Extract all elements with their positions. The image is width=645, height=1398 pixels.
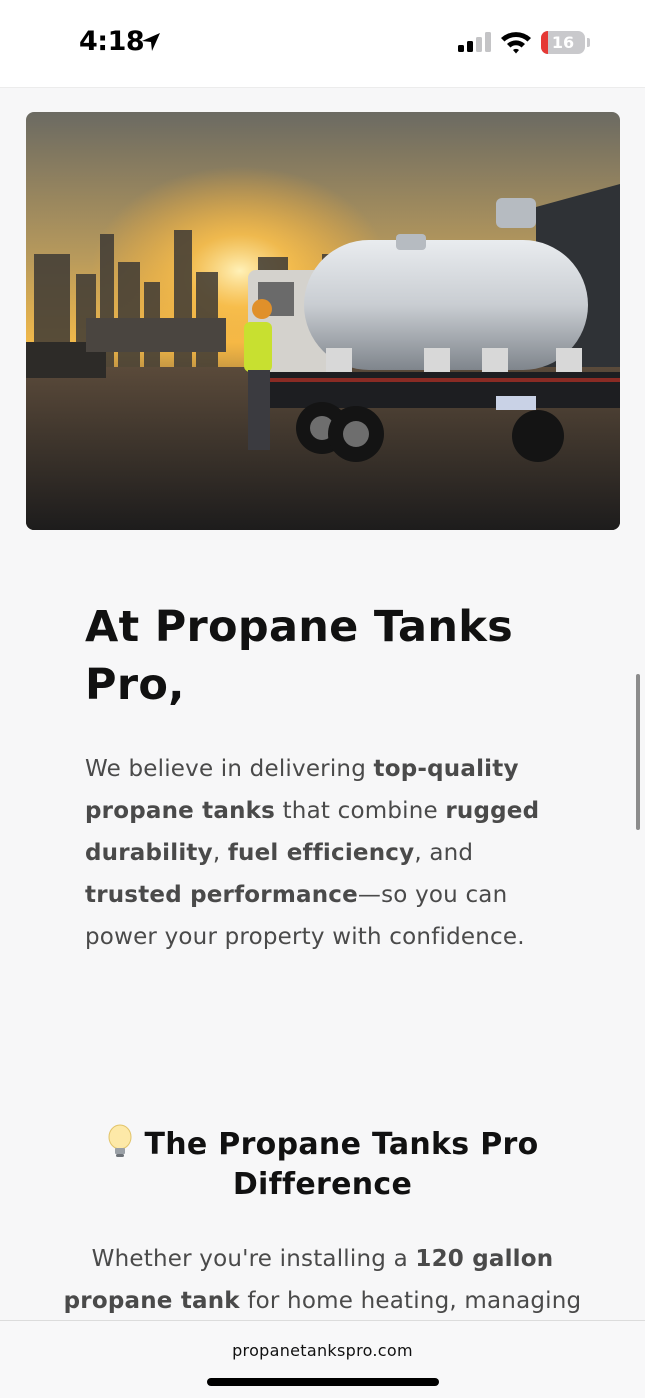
battery-percent: 16: [551, 33, 575, 52]
browser-address-bar[interactable]: propanetankspro.com: [0, 1320, 645, 1398]
intro-text-3: ,: [212, 840, 228, 866]
battery-indicator: 16: [541, 31, 585, 54]
difference-paragraph: Whether you're installing a 120 gallon p…: [40, 1238, 605, 1322]
intro-paragraph: We believe in delivering top-quality pro…: [85, 748, 565, 958]
home-indicator[interactable]: [207, 1378, 439, 1386]
intro-text-4: , and: [414, 840, 474, 866]
cellular-signal-icon: [458, 32, 491, 52]
intro-bold-fuel-efficiency: fuel efficiency: [227, 840, 415, 866]
lightbulb-icon: [108, 1124, 132, 1157]
difference-text-2: for home heating, managing: [239, 1288, 582, 1314]
location-arrow-icon: [142, 33, 160, 51]
intro-text-2: that combine: [275, 798, 446, 824]
difference-text-1: Whether you're installing a: [91, 1246, 416, 1272]
status-bar: 4:18 16: [0, 0, 645, 88]
status-time: 4:18: [79, 26, 145, 57]
hero-image: [26, 112, 620, 530]
page-scrollbar[interactable]: [636, 674, 640, 830]
page-title: At Propane Tanks Pro,: [85, 602, 514, 710]
difference-heading-text: The Propane Tanks Pro Difference: [144, 1127, 539, 1202]
intro-text-1: We believe in delivering: [85, 756, 374, 782]
wifi-icon: [501, 32, 531, 54]
battery-tip: [587, 38, 590, 47]
difference-heading: The Propane Tanks Pro Difference: [40, 1124, 605, 1205]
intro-bold-trusted-performance: trusted performance: [85, 882, 358, 908]
url-text[interactable]: propanetankspro.com: [0, 1341, 645, 1360]
